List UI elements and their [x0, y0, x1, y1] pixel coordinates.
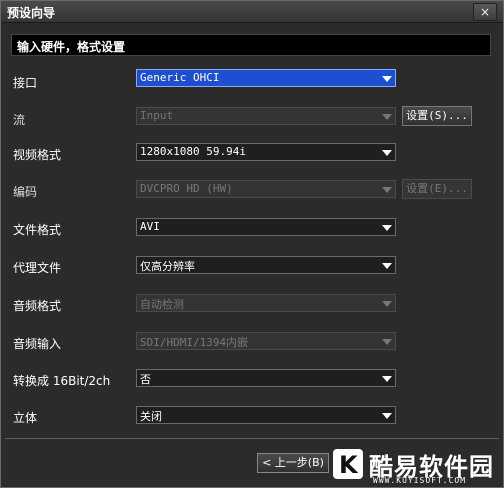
title-bar: 预设向导 × — [1, 1, 503, 23]
file-format-value: AVI — [140, 220, 160, 233]
proxy-file-value: 仅高分辨率 — [140, 260, 195, 273]
codec-value: DVCPRO HD (HW) — [140, 182, 233, 195]
audio-format-dropdown[interactable]: 自动检测 — [136, 294, 396, 312]
stereo-label: 立体 — [13, 411, 38, 425]
proxy-file-label: 代理文件 — [13, 261, 62, 275]
interface-label: 接口 — [13, 76, 38, 90]
convert-16bit-label: 转换成 16Bit/2ch — [13, 374, 111, 388]
chevron-down-icon — [382, 150, 392, 156]
chevron-down-icon — [382, 263, 392, 269]
watermark-logo-icon: K — [333, 449, 363, 479]
proxy-file-dropdown[interactable]: 仅高分辨率 — [136, 256, 396, 274]
audio-format-value: 自动检测 — [140, 298, 184, 311]
chevron-down-icon — [382, 114, 392, 120]
codec-settings-button[interactable]: 设置(E)... — [402, 179, 472, 199]
video-format-value: 1280x1080 59.94i — [140, 145, 246, 158]
audio-input-label: 音频输入 — [13, 337, 62, 351]
interface-value: Generic OHCI — [140, 71, 220, 84]
stream-dropdown[interactable]: Input — [136, 107, 396, 125]
audio-format-label: 音频格式 — [13, 299, 62, 313]
codec-label: 编码 — [13, 185, 38, 199]
preset-wizard-window: 预设向导 × 输入硬件，格式设置 接口 Generic OHCI 流 Input… — [0, 0, 504, 488]
interface-dropdown[interactable]: Generic OHCI — [136, 69, 396, 87]
section-header: 输入硬件，格式设置 — [11, 34, 491, 56]
chevron-down-icon — [382, 225, 392, 231]
stream-label: 流 — [13, 113, 26, 127]
chevron-down-icon — [382, 376, 392, 382]
previous-button[interactable]: < 上一步(B) — [257, 453, 329, 473]
section-title: 输入硬件，格式设置 — [17, 40, 126, 54]
convert-16bit-dropdown[interactable]: 否 — [136, 369, 396, 387]
video-format-label: 视频格式 — [13, 148, 62, 162]
watermark-url: WWW.KUYISOFT.COM — [373, 476, 467, 485]
convert-16bit-value: 否 — [140, 373, 151, 386]
file-format-label: 文件格式 — [13, 223, 62, 237]
stream-settings-button[interactable]: 设置(S)... — [402, 106, 472, 126]
chevron-down-icon — [382, 413, 392, 419]
chevron-down-icon — [382, 187, 392, 193]
chevron-down-icon — [382, 339, 392, 345]
stereo-dropdown[interactable]: 关闭 — [136, 406, 396, 424]
chevron-down-icon — [382, 76, 392, 82]
chevron-down-icon — [382, 301, 392, 307]
stereo-value: 关闭 — [140, 410, 162, 423]
watermark: K 酷易软件园 WWW.KUYISOFT.COM — [329, 443, 504, 488]
footer-divider — [5, 438, 499, 439]
audio-input-dropdown[interactable]: SDI/HDMI/1394内嵌 — [136, 332, 396, 350]
audio-input-value: SDI/HDMI/1394内嵌 — [140, 336, 249, 349]
video-format-dropdown[interactable]: 1280x1080 59.94i — [136, 143, 396, 161]
watermark-logo-letter: K — [339, 451, 358, 479]
window-title: 预设向导 — [7, 6, 56, 20]
codec-dropdown[interactable]: DVCPRO HD (HW) — [136, 180, 396, 198]
close-button[interactable]: × — [473, 3, 497, 21]
stream-value: Input — [140, 109, 174, 122]
file-format-dropdown[interactable]: AVI — [136, 218, 396, 236]
